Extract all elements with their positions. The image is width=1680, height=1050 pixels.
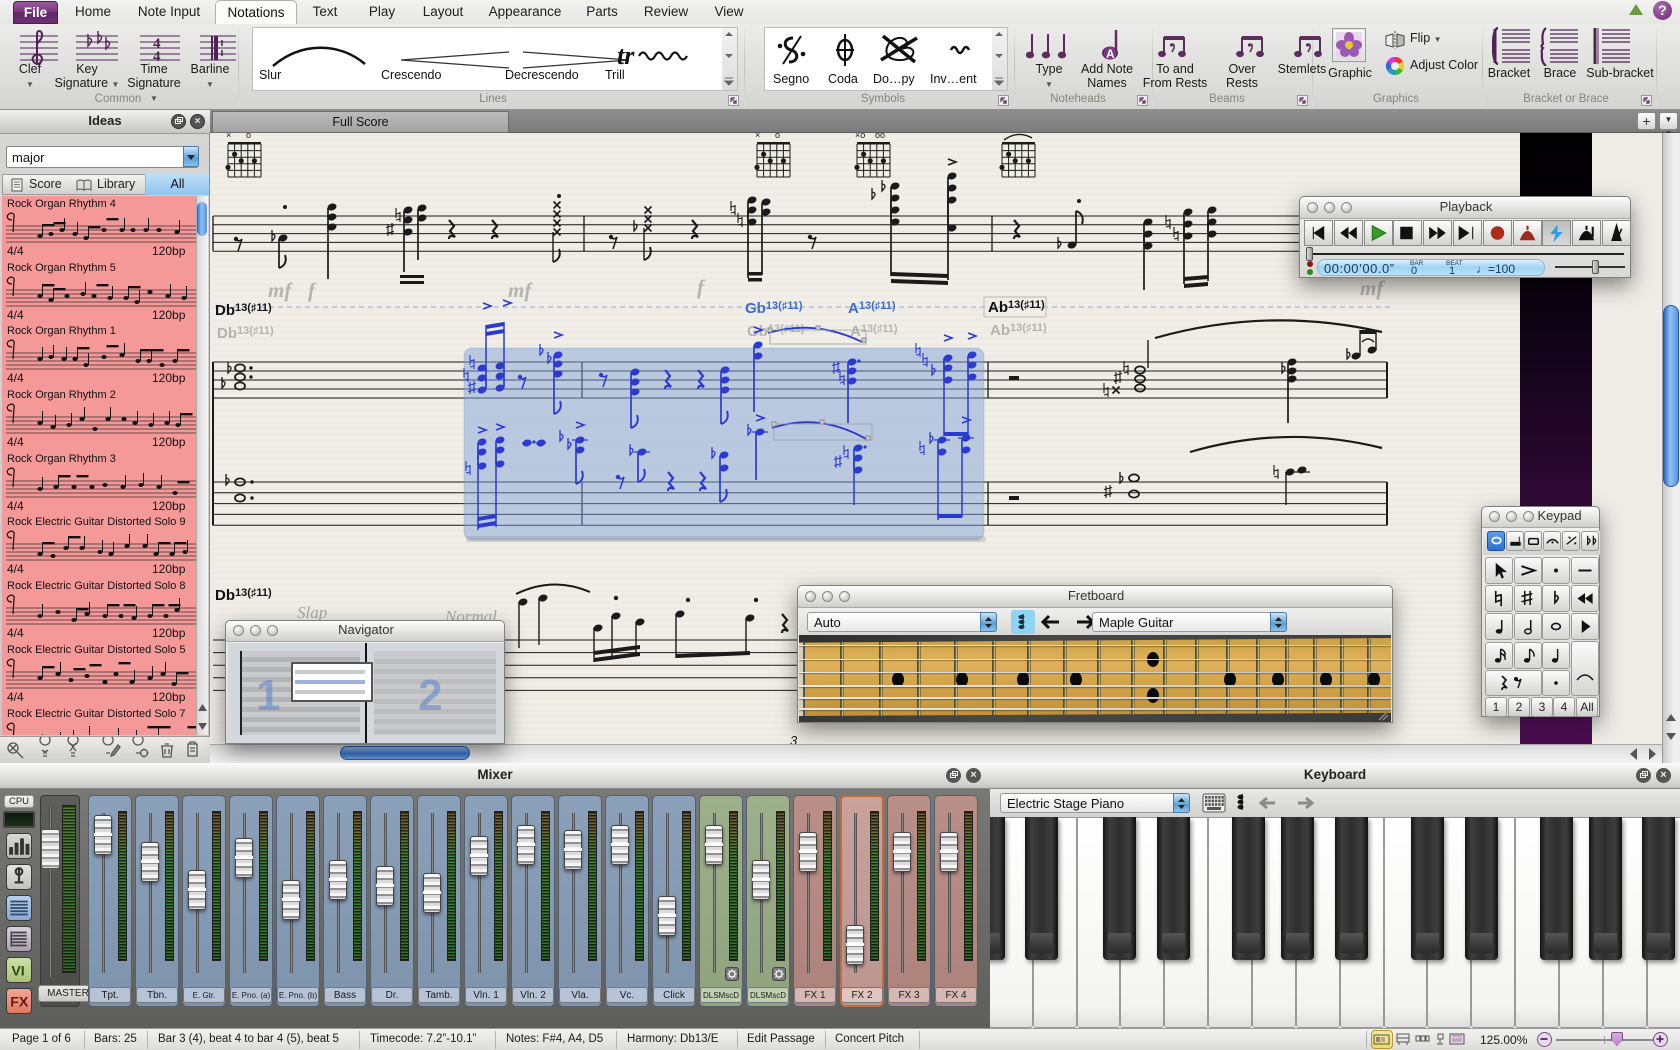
svg-text:mf: mf bbox=[1360, 276, 1385, 300]
svg-text:tr: tr bbox=[617, 41, 635, 70]
svg-text:oo: oo bbox=[875, 133, 885, 140]
svg-text:A13(♯11): A13(♯11) bbox=[850, 323, 898, 340]
svg-text:Gb13(♯11): Gb13(♯11) bbox=[745, 300, 803, 317]
svg-text:o: o bbox=[775, 133, 780, 140]
svg-text:f: f bbox=[697, 275, 706, 299]
svg-text:mf: mf bbox=[508, 278, 533, 302]
svg-text:A13(♯11): A13(♯11) bbox=[848, 300, 896, 317]
svg-text:o: o bbox=[246, 133, 251, 140]
svg-text:Db13(♯11): Db13(♯11) bbox=[215, 587, 272, 604]
svg-text:A: A bbox=[1106, 47, 1115, 61]
svg-text:Db13(♯11): Db13(♯11) bbox=[217, 325, 274, 342]
svg-text:×: × bbox=[226, 133, 231, 140]
svg-text:Ab13(♯11): Ab13(♯11) bbox=[990, 322, 1047, 339]
svg-text:×o: ×o bbox=[855, 133, 865, 140]
svg-text:f: f bbox=[308, 278, 317, 302]
svg-text:VI: VI bbox=[11, 963, 24, 979]
svg-text:×: × bbox=[755, 133, 760, 140]
svg-text:FX: FX bbox=[10, 994, 29, 1010]
svg-text:mf: mf bbox=[268, 278, 293, 302]
svg-text:Ab13(♯11): Ab13(♯11) bbox=[988, 299, 1045, 316]
svg-text:Db13(♯11): Db13(♯11) bbox=[215, 302, 272, 319]
